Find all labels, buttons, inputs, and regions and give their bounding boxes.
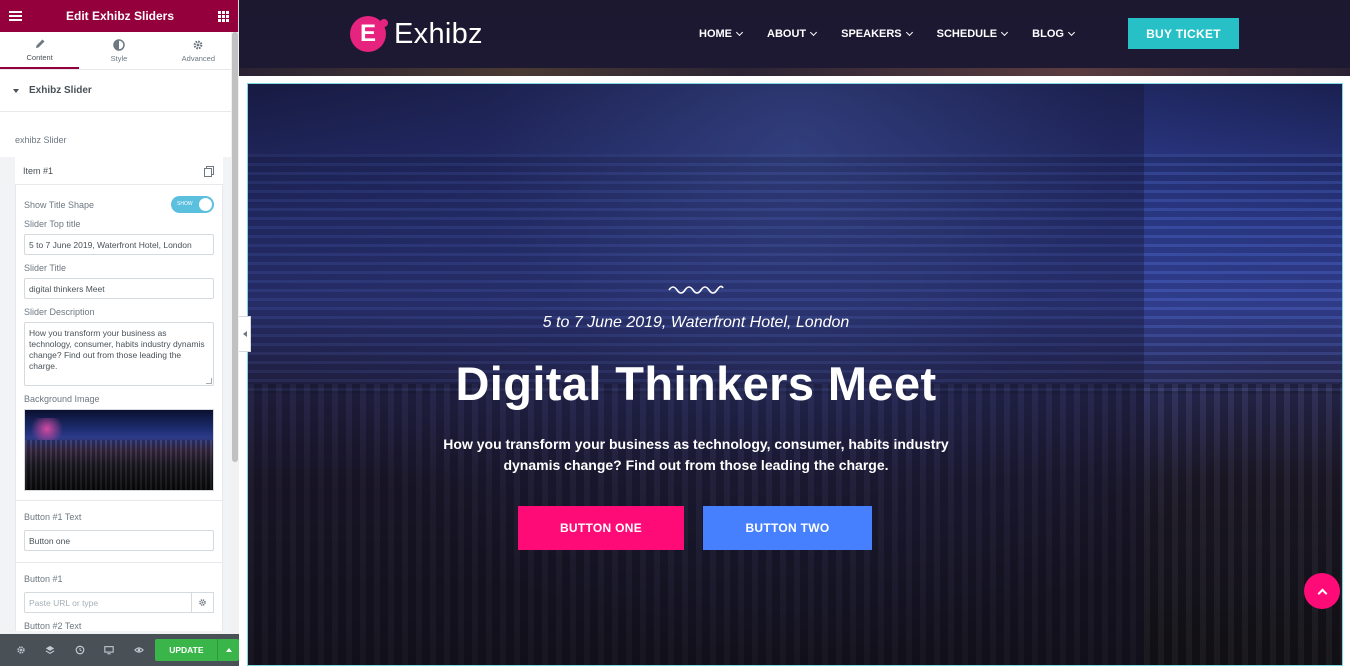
slider-title-input[interactable]: digital thinkers Meet: [24, 278, 214, 299]
hero-content: 5 to 7 June 2019, Waterfront Hotel, Lond…: [248, 84, 1144, 665]
tab-advanced-label: Advanced: [181, 53, 215, 63]
hero-slider[interactable]: 5 to 7 June 2019, Waterfront Hotel, Lond…: [247, 83, 1343, 666]
main-nav: HOME ABOUT SPEAKERS SCHEDULE BLOG: [699, 28, 1099, 40]
tab-style-label: Style: [110, 53, 128, 63]
site-logo[interactable]: E Exhibz: [350, 16, 483, 52]
site-preview: E Exhibz HOME ABOUT SPEAKERS SCHEDULE BL…: [239, 0, 1352, 666]
history-icon[interactable]: [65, 634, 94, 666]
chevron-up-icon: [1317, 588, 1327, 598]
header-image-strip: [239, 68, 1350, 76]
gear-icon: [193, 40, 203, 49]
link-options-gear-icon[interactable]: [192, 592, 214, 613]
slider-top-title-control: Slider Top title 5 to 7 June 2019, Water…: [24, 213, 214, 255]
chevron-down-icon: [810, 28, 818, 37]
slider-top-title-input[interactable]: 5 to 7 June 2019, Waterfront Hotel, Lond…: [24, 234, 214, 255]
background-image-label: Background Image: [24, 394, 100, 404]
chevron-down-icon: [1067, 28, 1075, 37]
pencil-icon: [35, 39, 45, 48]
show-title-shape-toggle[interactable]: SHOW: [171, 196, 214, 213]
settings-gear-icon[interactable]: [6, 634, 35, 666]
chevron-down-icon: [1001, 28, 1009, 37]
chevron-down-icon: [905, 28, 913, 37]
slider-title-control: Slider Title digital thinkers Meet: [24, 255, 214, 299]
panel-scrollbar[interactable]: [231, 32, 239, 634]
repeater-label: exhibz Slider: [0, 112, 231, 157]
slider-description-text: How you transform your business as techn…: [29, 328, 205, 371]
button1-text-control: Button #1 Text Button one: [24, 501, 214, 551]
slider-description-label: Slider Description: [24, 307, 95, 317]
panel-controls: Exhibz Slider exhibz Slider Item #1 Show…: [0, 70, 231, 634]
caret-down-icon: [13, 88, 19, 93]
nav-item-schedule[interactable]: SCHEDULE: [936, 28, 1009, 40]
panel-footer: UPDATE: [0, 634, 239, 666]
resize-grip-icon[interactable]: [206, 378, 212, 384]
nav-item-label: HOME: [699, 28, 732, 40]
button2-text-label: Button #2 Text: [24, 621, 82, 631]
tab-content[interactable]: Content: [0, 32, 80, 69]
duplicate-icon[interactable]: [204, 166, 214, 177]
slider-description: How you transform your business as techn…: [443, 436, 949, 473]
show-title-shape-label: Show Title Shape: [24, 199, 95, 210]
button-one[interactable]: BUTTON ONE: [518, 506, 684, 550]
slider-top-title: 5 to 7 June 2019, Waterfront Hotel, Lond…: [542, 314, 850, 331]
button1-url-input[interactable]: Paste URL or type: [24, 592, 192, 613]
button1-text-label: Button #1 Text: [24, 512, 82, 522]
section-exhibz-slider[interactable]: Exhibz Slider: [0, 70, 231, 112]
title-shape-squiggle-icon: [668, 285, 724, 294]
slider-title: Digital Thinkers Meet: [455, 357, 937, 410]
scrollbar-thumb[interactable]: [232, 32, 238, 462]
scroll-to-top-button[interactable]: [1304, 573, 1340, 609]
site-header: E Exhibz HOME ABOUT SPEAKERS SCHEDULE BL…: [239, 0, 1350, 76]
background-image-control: Background Image: [24, 386, 214, 491]
nav-item-label: ABOUT: [767, 28, 807, 40]
nav-item-about[interactable]: ABOUT: [767, 28, 818, 40]
thumbnail-crowd: [25, 440, 213, 490]
panel-tabs: Content Style Advanced: [0, 32, 238, 70]
tab-content-label: Content: [26, 52, 53, 62]
slider-description-textarea[interactable]: How you transform your business as techn…: [24, 322, 214, 386]
button-two[interactable]: BUTTON TWO: [703, 506, 872, 550]
update-options-caret-icon[interactable]: [217, 639, 239, 661]
button1-url-control: Button #1 Paste URL or type: [24, 563, 214, 613]
contrast-icon: [113, 38, 125, 51]
thumbnail-glow: [27, 418, 67, 440]
button1-url-row: Paste URL or type: [24, 592, 214, 613]
show-title-shape-control: Show Title Shape SHOW: [24, 185, 214, 213]
nav-item-blog[interactable]: BLOG: [1032, 28, 1075, 40]
tab-style[interactable]: Style: [79, 32, 158, 69]
toggle-text: SHOW: [177, 201, 193, 207]
collapse-panel-handle[interactable]: [239, 316, 251, 352]
button1-text-input[interactable]: Button one: [24, 530, 214, 551]
nav-item-label: SCHEDULE: [936, 28, 998, 40]
update-button[interactable]: UPDATE: [155, 639, 218, 661]
button2-text-control: Button #2 Text: [24, 613, 214, 631]
nav-item-speakers[interactable]: SPEAKERS: [841, 28, 913, 40]
nav-item-label: BLOG: [1032, 28, 1064, 40]
editor-panel: Edit Exhibz Sliders Content Style Advanc…: [0, 0, 239, 666]
slider-title-label: Slider Title: [24, 263, 67, 273]
item-title: Item #1: [23, 165, 54, 176]
logo-text: Exhibz: [394, 17, 483, 50]
menu-icon[interactable]: [9, 11, 22, 21]
slider-top-title-label: Slider Top title: [24, 219, 81, 229]
panel-title: Edit Exhibz Sliders: [65, 9, 175, 23]
tab-advanced[interactable]: Advanced: [159, 32, 238, 69]
widgets-grid-icon[interactable]: [218, 10, 229, 22]
chevron-left-icon: [242, 331, 247, 337]
chevron-down-icon: [735, 28, 744, 37]
responsive-desktop-icon[interactable]: [94, 634, 123, 666]
background-image-thumbnail[interactable]: [24, 409, 214, 491]
repeater-item-header[interactable]: Item #1: [15, 157, 223, 185]
slider-description-control: Slider Description How you transform you…: [24, 299, 214, 386]
buy-ticket-button[interactable]: BUY TICKET: [1128, 18, 1239, 49]
nav-item-label: SPEAKERS: [841, 28, 902, 40]
panel-header: Edit Exhibz Sliders: [0, 0, 238, 32]
preview-eye-icon[interactable]: [124, 634, 153, 666]
layers-icon[interactable]: [35, 634, 64, 666]
button1-url-label: Button #1: [24, 574, 63, 584]
logo-mark: E: [350, 16, 388, 52]
nav-item-home[interactable]: HOME: [699, 28, 744, 40]
section-title: Exhibz Slider: [29, 85, 92, 96]
repeater-item-body: Show Title Shape SHOW Slider Top title 5…: [15, 185, 223, 631]
